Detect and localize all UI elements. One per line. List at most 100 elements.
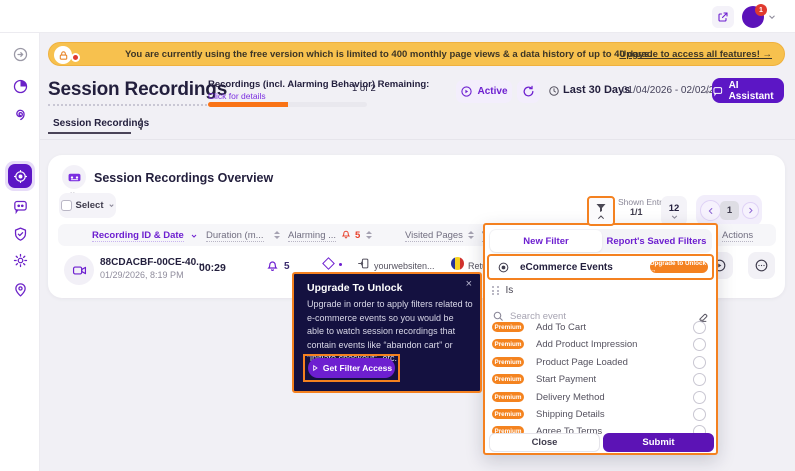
filter-submit-button[interactable]: Submit <box>603 433 714 452</box>
tabs-divider <box>40 139 795 140</box>
refresh-button[interactable] <box>517 80 540 103</box>
ai-assistant-label: AI Assistant <box>729 80 784 102</box>
premium-badge: Premium <box>492 339 524 349</box>
sort-duration-icon[interactable] <box>274 231 280 239</box>
event-label: Shipping Details <box>536 409 693 420</box>
get-filter-access-label: Get Filter Access <box>323 363 392 373</box>
tab-saved-filters[interactable]: Report's Saved Filters <box>602 230 711 252</box>
col-recording-id[interactable]: Recording ID & Date <box>92 230 184 242</box>
pagination-page-1[interactable]: 1 <box>720 201 739 220</box>
pagination: 1 <box>696 195 762 226</box>
tab-new-filter[interactable]: New Filter <box>490 230 602 252</box>
quota-value: 1 of 2 <box>352 83 376 94</box>
row-alarm-count: 5 <box>284 261 290 272</box>
share-button[interactable] <box>712 6 734 28</box>
event-option-delivery-method[interactable]: Premium Delivery Method <box>489 389 712 405</box>
event-option-add-to-cart[interactable]: Premium Add To Cart <box>489 319 712 335</box>
col-alarming[interactable]: Alarming ... <box>288 230 336 242</box>
active-filter-button[interactable]: Active <box>456 80 512 103</box>
sidebar-item-feedback[interactable] <box>9 195 31 217</box>
clock-icon <box>548 85 560 97</box>
event-option-add-product-impression[interactable]: Premium Add Product Impression <box>489 336 712 352</box>
sidebar-item-visitor-behavior[interactable] <box>9 103 31 125</box>
sidebar-item-settings[interactable] <box>9 249 31 271</box>
sort-alarming-icon[interactable] <box>366 231 372 239</box>
alarm-bell-icon <box>265 258 280 273</box>
events-dot <box>339 263 342 266</box>
page-size-value: 12 <box>669 203 680 214</box>
date-range-preset[interactable]: Last 30 Days <box>563 84 630 96</box>
quota-progress-bar <box>208 102 367 107</box>
account-chevron-down-icon[interactable] <box>767 12 777 22</box>
selected-filter-label: eCommerce Events <box>520 262 613 273</box>
row-more-actions-button[interactable] <box>748 252 775 279</box>
play-circle-icon <box>460 85 473 98</box>
sidebar-collapse-icon[interactable] <box>9 43 31 65</box>
event-label: Add Product Impression <box>536 339 693 350</box>
sidebar-item-session-recordings[interactable] <box>5 161 35 191</box>
select-dropdown[interactable]: Select <box>59 193 116 218</box>
select-all-checkbox[interactable] <box>61 200 72 211</box>
quota-details-link[interactable]: Click for details <box>208 91 266 101</box>
recording-duration: 00:29 <box>199 262 226 274</box>
filter-funnel-button[interactable] <box>587 196 615 226</box>
event-radio[interactable] <box>693 373 706 386</box>
event-radio[interactable] <box>693 391 706 404</box>
quota-progress-fill <box>208 102 288 107</box>
upgrade-to-unlock-pill[interactable]: Upgrade to Unlock → <box>650 261 708 273</box>
tab-kebab-menu[interactable] <box>135 117 147 131</box>
pagination-prev-button[interactable] <box>700 200 721 221</box>
lock-icon <box>54 46 72 64</box>
tab-active-underline <box>48 132 131 134</box>
alarm-header-count: 5 <box>355 230 360 241</box>
get-filter-access-button[interactable]: Get Filter Access <box>308 358 395 378</box>
visited-page-url[interactable]: yourwebsiten... <box>374 261 435 271</box>
sort-desc-icon[interactable] <box>190 232 198 240</box>
page-visit-icon <box>357 257 370 270</box>
overview-title: Session Recordings Overview <box>94 171 273 185</box>
banner-upgrade-link[interactable]: Upgrade to access all features! → <box>619 49 772 60</box>
sort-visited-icon[interactable] <box>468 231 474 239</box>
recordings-overview-icon <box>62 165 86 189</box>
recording-id[interactable]: 88CDACBF-00CE-40... <box>100 257 204 268</box>
upgrade-tooltip: Upgrade To Unlock × Upgrade in order to … <box>292 272 482 393</box>
target-icon <box>497 261 510 274</box>
quota-label: Recordings (incl. Alarming Behavior) Rem… <box>208 79 429 90</box>
condition-row[interactable]: Is <box>492 285 513 296</box>
date-chevron-down-icon[interactable] <box>703 88 711 96</box>
filter-type-selector[interactable]: eCommerce Events Upgrade to Unlock → <box>487 254 714 280</box>
event-option-start-payment[interactable]: Premium Start Payment <box>489 371 712 387</box>
sidebar-item-privacy[interactable] <box>9 223 31 245</box>
premium-badge: Premium <box>492 374 524 384</box>
event-radio[interactable] <box>693 321 706 334</box>
sidebar-item-visitor-location[interactable] <box>9 278 31 300</box>
notification-badge: 1 <box>755 4 767 16</box>
premium-badge: Premium <box>492 322 524 332</box>
tooltip-title: Upgrade To Unlock <box>307 282 402 294</box>
col-visited-pages[interactable]: Visited Pages <box>405 230 463 242</box>
condition-label: Is <box>506 285 514 296</box>
event-option-product-page-loaded[interactable]: Premium Product Page Loaded <box>489 354 712 370</box>
col-actions[interactable]: Actions <box>722 230 753 242</box>
event-label: Add To Cart <box>536 322 693 333</box>
visitor-country-flag-icon <box>451 257 464 270</box>
premium-badge: Premium <box>492 409 524 419</box>
sidebar-item-dashboard[interactable] <box>9 75 31 97</box>
page-size-chevron-icon <box>671 214 678 220</box>
event-option-shipping-details[interactable]: Premium Shipping Details <box>489 406 712 422</box>
free-version-banner: You are currently using the free version… <box>48 42 785 66</box>
col-duration[interactable]: Duration (m... <box>206 230 264 242</box>
funnel-icon <box>595 202 607 214</box>
tooltip-close-icon[interactable]: × <box>466 278 472 290</box>
pagination-next-button[interactable] <box>742 202 759 219</box>
page-size-dropdown[interactable]: 12 <box>661 196 687 226</box>
active-label: Active <box>477 86 507 97</box>
event-radio[interactable] <box>693 338 706 351</box>
banner-text: You are currently using the free version… <box>125 49 652 60</box>
event-radio[interactable] <box>693 356 706 369</box>
drag-handle-icon[interactable] <box>492 286 500 295</box>
event-radio[interactable] <box>693 408 706 421</box>
ai-assistant-button[interactable]: AI Assistant <box>712 78 784 103</box>
alarm-bell-red-icon <box>340 228 352 240</box>
filter-close-button[interactable]: Close <box>489 433 600 452</box>
